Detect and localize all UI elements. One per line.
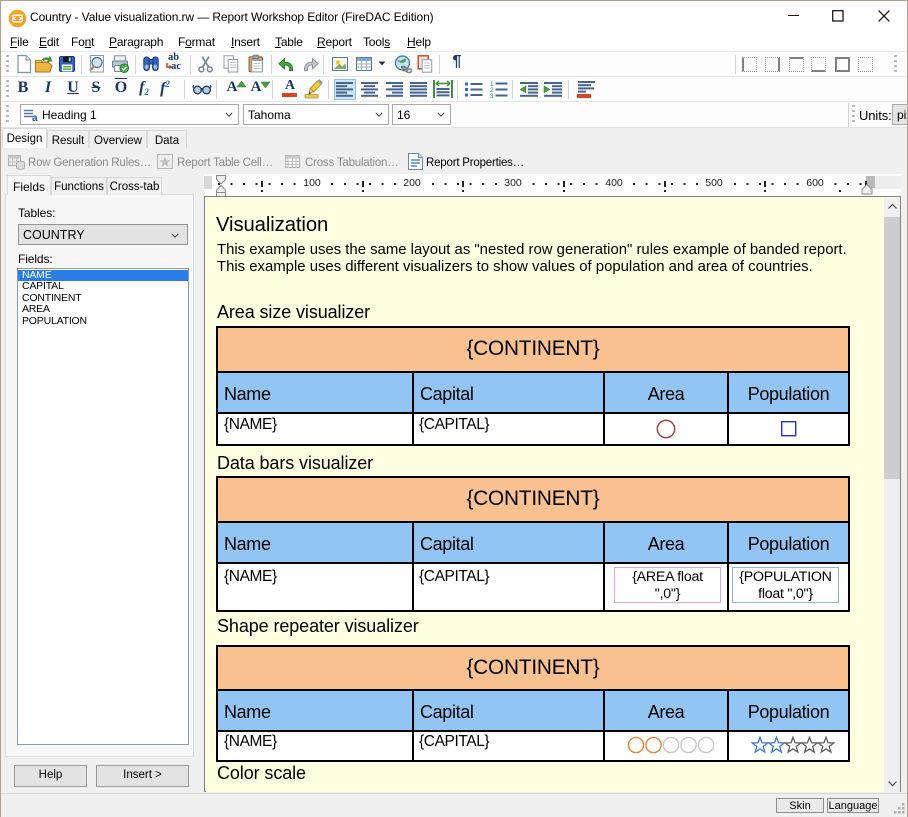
svg-text:a: a bbox=[32, 113, 38, 124]
svg-text:3: 3 bbox=[490, 93, 494, 100]
